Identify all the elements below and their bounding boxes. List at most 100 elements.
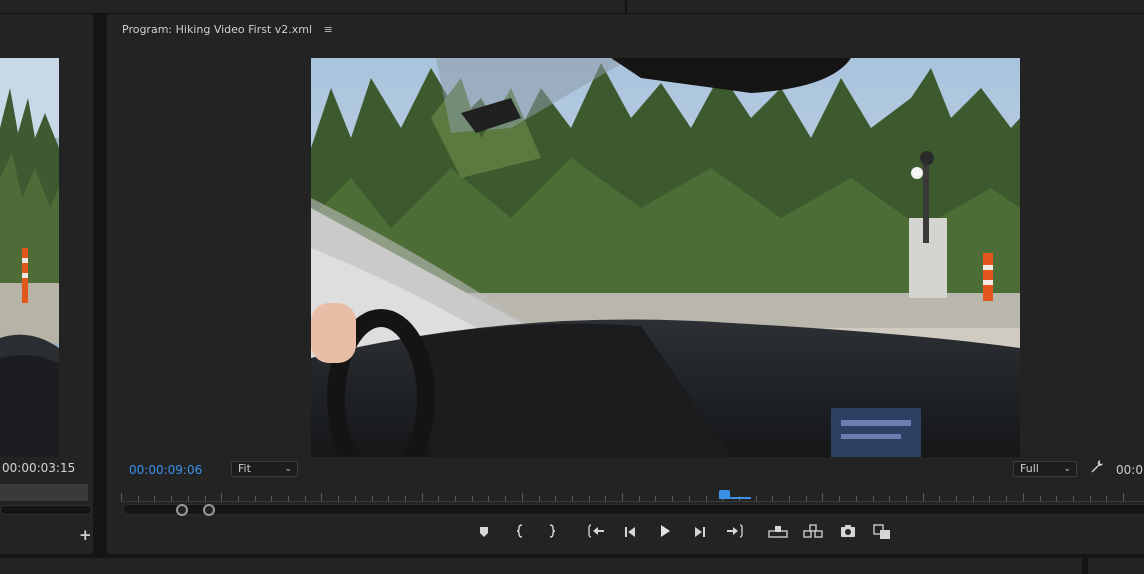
playback-resolution-value: Full xyxy=(1020,462,1039,475)
lift-button[interactable] xyxy=(767,524,789,544)
ruler-tick xyxy=(238,496,239,501)
go-to-in-icon xyxy=(588,524,604,538)
ruler-tick xyxy=(956,496,957,501)
ruler-tick xyxy=(989,496,990,501)
ruler-tick xyxy=(672,496,673,501)
duration-timecode: 00:0 xyxy=(1116,463,1143,477)
ruler-baseline xyxy=(121,501,1144,502)
play-button[interactable] xyxy=(654,524,676,544)
ruler-tick xyxy=(1106,496,1107,501)
export-frame-button[interactable] xyxy=(837,524,859,544)
panel-gutter xyxy=(93,14,107,554)
ruler-tick xyxy=(655,496,656,501)
camera-icon xyxy=(841,525,855,537)
step-back-icon xyxy=(625,527,635,537)
source-timeline-track[interactable] xyxy=(0,484,88,501)
ruler-tick xyxy=(973,496,974,501)
ruler-tick xyxy=(205,496,206,501)
ruler-tick xyxy=(856,496,857,501)
go-to-out-icon xyxy=(727,524,743,538)
ruler-tick xyxy=(639,496,640,501)
ruler-tick xyxy=(221,493,222,501)
ruler-tick xyxy=(255,496,256,501)
ruler-tick xyxy=(1040,496,1041,501)
ruler-tick xyxy=(589,496,590,501)
bottom-panel-strip xyxy=(0,554,1144,574)
ruler-tick xyxy=(405,496,406,501)
zoom-level-select[interactable]: Fit ⌄ xyxy=(231,461,298,477)
ruler-tick xyxy=(355,496,356,501)
comparison-view-icon xyxy=(873,524,890,539)
ruler-tick xyxy=(455,496,456,501)
playhead-timecode[interactable]: 00:00:09:06 xyxy=(129,463,202,477)
zoom-scrollbar-start-handle[interactable] xyxy=(176,504,188,516)
source-timecode[interactable]: 00:00:03:15 xyxy=(2,461,75,475)
ruler-tick xyxy=(756,496,757,501)
ruler-tick xyxy=(772,496,773,501)
zoom-scrollbar-end-handle[interactable] xyxy=(203,504,215,516)
ruler-tick xyxy=(288,496,289,501)
source-monitor-panel: 00:00:03:15 + xyxy=(0,14,93,554)
program-monitor-panel: Program: Hiking Video First v2.xml ≡ 00:… xyxy=(107,14,1144,554)
step-forward-button[interactable] xyxy=(689,524,711,544)
panel-tab[interactable]: Program: Hiking Video First v2.xml ≡ xyxy=(122,23,333,36)
ruler-tick xyxy=(422,493,423,501)
playhead-handle[interactable] xyxy=(719,490,730,498)
ruler-tick xyxy=(305,496,306,501)
ruler-tick xyxy=(839,496,840,501)
step-forward-icon xyxy=(695,527,705,537)
ruler-tick xyxy=(789,496,790,501)
add-marker-button[interactable] xyxy=(473,524,495,544)
ruler-tick xyxy=(488,496,489,501)
source-video-frame xyxy=(0,58,59,457)
ruler-tick xyxy=(1056,496,1057,501)
top-panel-strip xyxy=(0,0,1144,14)
ruler-tick xyxy=(321,493,322,501)
mark-in-button[interactable] xyxy=(509,524,531,544)
playback-resolution-select[interactable]: Full ⌄ xyxy=(1013,461,1077,477)
extract-button[interactable] xyxy=(802,524,824,544)
ruler-tick xyxy=(939,496,940,501)
program-monitor-title: Program: Hiking Video First v2.xml xyxy=(122,23,313,36)
ruler-tick xyxy=(271,496,272,501)
ruler-tick xyxy=(539,496,540,501)
ruler-tick xyxy=(923,493,924,501)
add-marker-icon xyxy=(480,527,488,537)
step-back-button[interactable] xyxy=(619,524,641,544)
source-zoom-scrollbar[interactable] xyxy=(0,505,92,515)
ruler-tick xyxy=(572,496,573,501)
comparison-view-button[interactable] xyxy=(871,524,893,544)
zoom-scrollbar[interactable] xyxy=(123,504,1144,516)
time-ruler[interactable] xyxy=(121,486,1144,502)
ruler-tick xyxy=(1123,493,1124,501)
ruler-tick xyxy=(121,493,122,501)
panel-divider[interactable] xyxy=(625,0,627,14)
ruler-tick xyxy=(806,496,807,501)
mark-out-button[interactable] xyxy=(541,524,563,544)
ruler-tick xyxy=(522,493,523,501)
ruler-tick xyxy=(472,496,473,501)
ruler-tick xyxy=(873,496,874,501)
ruler-tick xyxy=(622,493,623,501)
zoom-level-value: Fit xyxy=(238,462,251,475)
ruler-tick xyxy=(1090,496,1091,501)
mark-in-icon xyxy=(516,524,523,538)
mark-out-icon xyxy=(549,524,556,538)
plus-icon[interactable]: + xyxy=(79,526,92,544)
lift-icon xyxy=(768,526,788,538)
chevron-down-icon: ⌄ xyxy=(1063,464,1071,474)
ruler-tick xyxy=(1006,496,1007,501)
ruler-tick xyxy=(388,496,389,501)
chevron-down-icon: ⌄ xyxy=(284,464,292,474)
ruler-tick xyxy=(438,496,439,501)
go-to-out-button[interactable] xyxy=(723,524,745,544)
panel-menu-icon[interactable]: ≡ xyxy=(324,23,333,36)
go-to-in-button[interactable] xyxy=(586,524,608,544)
ruler-tick xyxy=(889,496,890,501)
ruler-tick xyxy=(906,496,907,501)
ruler-tick xyxy=(706,496,707,501)
ruler-tick xyxy=(138,496,139,501)
wrench-icon[interactable] xyxy=(1090,459,1104,477)
ruler-tick xyxy=(338,496,339,501)
ruler-tick xyxy=(605,496,606,501)
